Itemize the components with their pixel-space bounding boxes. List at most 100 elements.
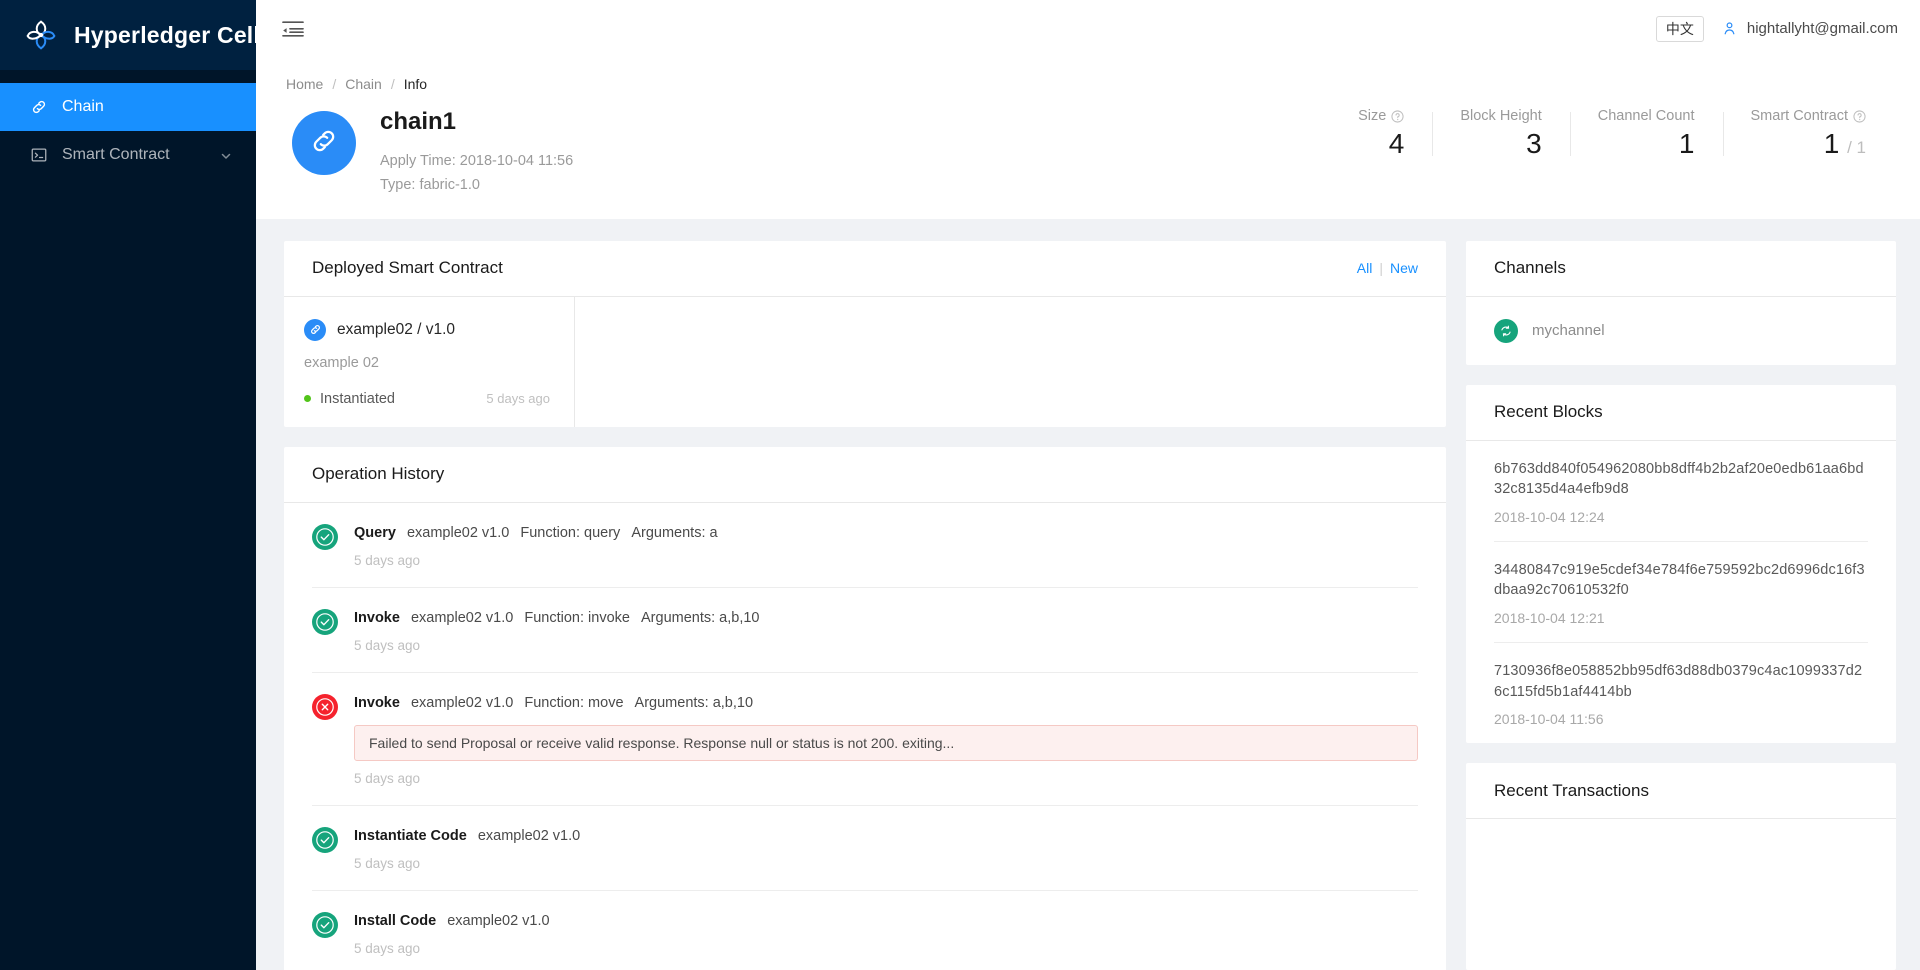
content-grid: Deployed Smart Contract All | New exampl… — [256, 219, 1920, 970]
operation-target: example02 v1.0 — [406, 524, 510, 541]
chain-avatar — [292, 111, 356, 175]
check-circle-icon — [312, 826, 338, 853]
filter-all-link[interactable]: All — [1357, 260, 1373, 276]
brand[interactable]: Hyperledger Cello — [0, 0, 274, 70]
card-header: Channels — [1466, 241, 1896, 297]
sidebar-nav: Chain Smart Contract — [0, 83, 256, 179]
check-circle-icon — [312, 911, 338, 938]
recent-transactions-card: Recent Transactions — [1466, 763, 1896, 970]
stat-value-main: 1 — [1823, 128, 1840, 159]
operation-row: Invoke example02 v1.0 Function: move Arg… — [312, 673, 1418, 806]
left-column: Deployed Smart Contract All | New exampl… — [284, 240, 1446, 970]
block-item[interactable]: 6b763dd840f054962080bb8dff4b2b2af20e0edb… — [1494, 441, 1868, 542]
operation-list: Query example02 v1.0 Function: query Arg… — [284, 503, 1446, 970]
topbar-right: 中文 hightallyht@gmail.com — [1655, 15, 1898, 43]
breadcrumb-item-home[interactable]: Home — [286, 76, 323, 92]
block-time: 2018-10-04 12:21 — [1494, 610, 1605, 627]
contract-grid: example02 / v1.0 example 02 Instantiated… — [284, 296, 1446, 427]
block-item[interactable]: 34480847c919e5cdef34e784f6e759592bc2d699… — [1494, 542, 1868, 644]
channels-card: Channels mychannel — [1466, 240, 1896, 365]
breadcrumb-separator: / — [332, 76, 337, 92]
chain-info: chain1 Apply Time: 2018-10-04 11:56 Type… — [380, 108, 573, 197]
stat-size: Size 4 — [1304, 108, 1432, 160]
stat-smart-contract: Smart Contract 1 / 1 — [1722, 108, 1895, 160]
stat-value: 1 / 1 — [1751, 128, 1866, 160]
contract-item-head: example02 / v1.0 — [304, 318, 550, 341]
operation-row: Query example02 v1.0 Function: query Arg… — [312, 503, 1418, 589]
card-header: Recent Transactions — [1466, 763, 1896, 820]
operation-row: Instantiate Code example02 v1.0 5 days a… — [312, 806, 1418, 891]
sidebar-item-label: Smart Contract — [62, 146, 170, 163]
page-header-row: chain1 Apply Time: 2018-10-04 11:56 Type… — [286, 108, 1894, 197]
contract-item[interactable]: example02 / v1.0 example 02 Instantiated… — [284, 296, 575, 427]
status-badge: Instantiated — [320, 390, 395, 407]
chain-apply-time: Apply Time: 2018-10-04 11:56 — [380, 152, 574, 169]
operation-action: Instantiate Code — [354, 827, 467, 844]
operation-body: Install Code example02 v1.0 5 days ago — [354, 911, 1418, 956]
contract-time: 5 days ago — [486, 391, 550, 407]
user-menu[interactable]: hightallyht@gmail.com — [1722, 20, 1898, 37]
link-icon — [308, 125, 340, 162]
sync-icon — [1494, 318, 1518, 343]
channel-name: mychannel — [1532, 322, 1605, 340]
card-title: Deployed Smart Contract — [312, 258, 503, 278]
operation-history-card: Operation History Query example02 v1.0 F… — [284, 446, 1446, 970]
operation-line: Instantiate Code example02 v1.0 — [354, 826, 1418, 846]
check-circle-icon — [312, 523, 338, 550]
app-root: Hyperledger Cello Chain Smart Contract 中… — [0, 0, 1920, 970]
contract-empty-cell — [575, 297, 1446, 427]
operation-error-message: Failed to send Proposal or receive valid… — [354, 724, 1418, 761]
sidebar-item-chain[interactable]: Chain — [0, 83, 256, 131]
stats-row: Size 4 Block Height 3 Channel Count 1 Sm… — [1304, 108, 1894, 160]
sidebar-item-smart-contract[interactable]: Smart Contract — [0, 131, 256, 179]
topbar: 中文 hightallyht@gmail.com — [256, 0, 1920, 58]
filter-new-link[interactable]: New — [1390, 260, 1418, 276]
question-circle-icon[interactable] — [1391, 109, 1404, 123]
operation-function: Function: query — [520, 524, 621, 541]
breadcrumb-item-chain[interactable]: Chain — [345, 76, 382, 92]
operation-function: Function: move — [524, 695, 624, 712]
operation-line: Install Code example02 v1.0 — [354, 911, 1418, 931]
stat-label-text: Smart Contract — [1750, 108, 1849, 124]
card-header: Operation History — [284, 447, 1446, 503]
operation-action: Invoke — [354, 695, 400, 712]
channel-item[interactable]: mychannel — [1466, 297, 1896, 365]
block-item[interactable]: 7130936f8e058852bb95df63d88db0379c4ac109… — [1494, 643, 1868, 743]
operation-time: 5 days ago — [354, 638, 421, 654]
operation-time: 5 days ago — [354, 855, 421, 871]
operation-body: Invoke example02 v1.0 Function: move Arg… — [354, 693, 1418, 786]
block-hash: 6b763dd840f054962080bb8dff4b2b2af20e0edb… — [1494, 460, 1864, 498]
link-icon — [304, 318, 326, 341]
card-title: Recent Transactions — [1494, 780, 1649, 800]
operation-target: example02 v1.0 — [410, 695, 514, 712]
operation-line: Invoke example02 v1.0 Function: move Arg… — [354, 693, 1418, 713]
operation-action: Invoke — [354, 610, 400, 627]
cello-logo-icon — [22, 16, 60, 54]
breadcrumb-separator: / — [390, 76, 395, 92]
card-header: Deployed Smart Contract All | New — [284, 241, 1446, 297]
operation-row: Invoke example02 v1.0 Function: invoke A… — [312, 588, 1418, 674]
user-icon — [1722, 21, 1737, 36]
operation-arguments: Arguments: a — [631, 524, 718, 541]
stat-label: Block Height — [1460, 108, 1541, 124]
breadcrumb-item-info: Info — [403, 76, 428, 92]
language-toggle-button[interactable]: 中文 — [1655, 15, 1704, 43]
operation-arguments: Arguments: a,b,10 — [641, 610, 760, 627]
card-title: Operation History — [312, 464, 445, 484]
operation-arguments: Arguments: a,b,10 — [634, 695, 754, 712]
stat-value-sub: / 1 — [1847, 138, 1866, 157]
page-header: Home / Chain / Info chain1 Apply Time: 2… — [256, 58, 1920, 219]
operation-target: example02 v1.0 — [447, 912, 550, 929]
question-circle-icon[interactable] — [1853, 109, 1866, 123]
stat-value: 3 — [1526, 128, 1542, 159]
operation-line: Query example02 v1.0 Function: query Arg… — [354, 523, 1418, 543]
status-dot-icon — [304, 395, 311, 403]
operation-time: 5 days ago — [354, 941, 421, 957]
contract-description: example 02 — [304, 354, 379, 371]
stat-label: Channel Count — [1598, 108, 1695, 124]
stat-label: Smart Contract — [1751, 108, 1867, 124]
link-icon — [30, 98, 48, 116]
operation-function: Function: invoke — [524, 610, 630, 627]
contract-footer: Instantiated 5 days ago — [304, 391, 550, 407]
hamburger-menu-icon[interactable] — [282, 20, 304, 38]
